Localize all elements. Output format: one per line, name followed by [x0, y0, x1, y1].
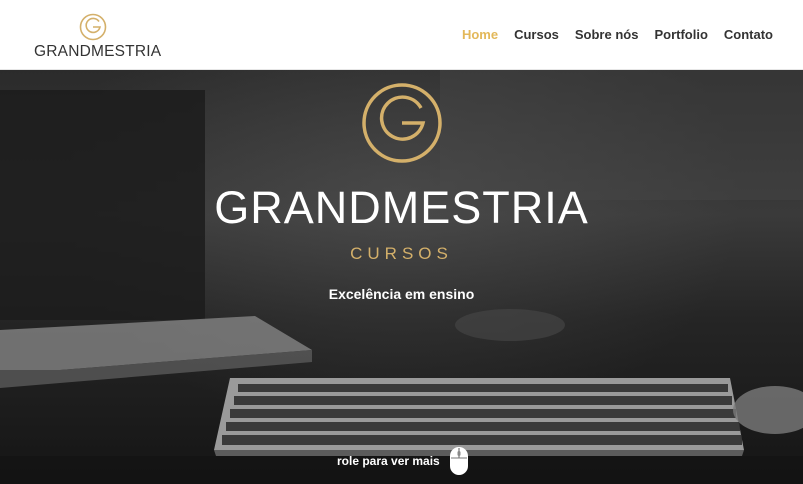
scroll-hint-text: role para ver mais — [337, 454, 440, 468]
hero-title: GRANDMESTRIA — [214, 182, 589, 233]
logo-g-icon — [79, 13, 107, 41]
logo-g-icon — [362, 83, 442, 163]
hero-logo: GRANDMESTRIA CURSOS — [0, 82, 803, 263]
hero-tagline: Excelência em ensino — [328, 286, 475, 302]
main-nav: Home Cursos Sobre nós Portfolio Contato — [462, 27, 773, 42]
nav-sobre-nos[interactable]: Sobre nós — [575, 27, 639, 42]
site-logo[interactable]: GRANDMESTRIA — [34, 12, 162, 62]
nav-home[interactable]: Home — [462, 27, 498, 42]
hero-subtitle: CURSOS — [350, 244, 453, 263]
hero-section: GRANDMESTRIA CURSOS Excelência em ensino… — [0, 70, 803, 484]
site-header: GRANDMESTRIA Home Cursos Sobre nós Portf… — [0, 0, 803, 70]
nav-cursos[interactable]: Cursos — [514, 27, 559, 42]
scroll-down-link[interactable]: role para ver mais — [337, 446, 469, 476]
nav-contato[interactable]: Contato — [724, 27, 773, 42]
logo-text: GRANDMESTRIA — [34, 43, 162, 60]
nav-portfolio[interactable]: Portfolio — [654, 27, 707, 42]
mouse-scroll-icon — [449, 447, 468, 475]
